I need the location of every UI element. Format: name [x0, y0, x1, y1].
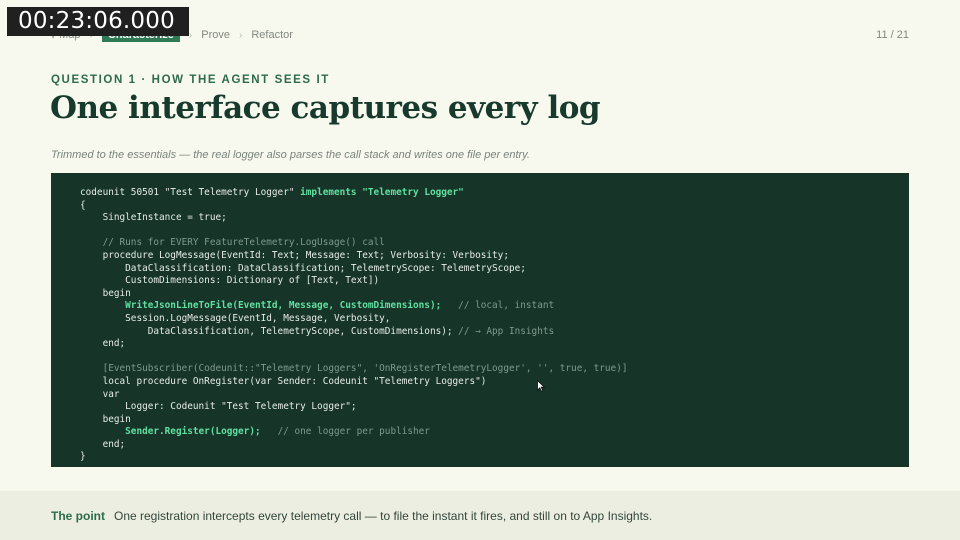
code-token: implements	[300, 187, 357, 198]
code-token: Sender.Register(Logger);	[125, 426, 261, 438]
code-token: procedure LogMessage(EventId: Text; Mess…	[80, 249, 509, 261]
code-token: WriteJsonLineToFile(EventId, Message, Cu…	[125, 300, 442, 312]
code-token: "Telemetry Logger"	[362, 187, 464, 198]
page-number: 11 / 21	[876, 29, 909, 41]
footer-label: The point	[51, 508, 105, 523]
code-line: procedure LogMessage(EventId: Text; Mess…	[80, 250, 909, 263]
code-token: }	[80, 451, 86, 463]
code-line: begin	[80, 414, 909, 427]
code-line: end;	[80, 338, 909, 351]
code-token: DataClassification, TelemetryScope, Cust…	[80, 325, 459, 337]
nav-item-4[interactable]: Refactor	[251, 29, 293, 41]
code-line: Sender.Register(Logger); // one logger p…	[80, 426, 909, 439]
code-token: begin	[80, 413, 131, 425]
code-token: local procedure OnRegister(var Sender: C…	[80, 375, 487, 387]
nav-separator: ›	[238, 29, 243, 41]
code-line: end;	[80, 439, 909, 452]
code-line: local procedure OnRegister(var Sender: C…	[80, 376, 909, 389]
timer-display: 00:23:06.000	[7, 7, 189, 36]
code-line: // Runs for EVERY FeatureTelemetry.LogUs…	[80, 237, 909, 250]
code-token: {	[80, 199, 86, 211]
code-token: // one logger per publisher	[277, 426, 430, 438]
footer-callout: The point One registration intercepts ev…	[0, 491, 960, 540]
section-eyebrow: QUESTION 1 · HOW THE AGENT SEES IT	[51, 74, 330, 86]
nav-separator: ›	[188, 29, 193, 41]
code-token: end;	[80, 438, 126, 450]
code-line: Logger: Codeunit "Test Telemetry Logger"…	[80, 401, 909, 414]
code-token: // → App Insights	[458, 325, 555, 337]
code-token: SingleInstance = true;	[80, 212, 227, 224]
code-token: // local, instant	[458, 300, 555, 312]
footer-text: One registration intercepts every teleme…	[114, 508, 653, 523]
code-token: var	[80, 388, 120, 400]
code-token: codeunit 50501 "Test Telemetry Logger"	[80, 187, 301, 198]
code-line: begin	[80, 288, 909, 301]
page-subtitle: Trimmed to the essentials — the real log…	[51, 149, 530, 161]
nav-item-3[interactable]: Prove	[201, 29, 230, 41]
code-token: [EventSubscriber(Codeunit::"Telemetry Lo…	[80, 363, 628, 375]
code-token: begin	[80, 287, 131, 299]
code-line: }	[80, 451, 909, 464]
code-line: {	[80, 200, 909, 213]
code-line: Session.LogMessage(EventId, Message, Ver…	[80, 313, 909, 326]
code-token: Logger: Codeunit "Test Telemetry Logger"…	[80, 401, 357, 413]
mouse-pointer-icon	[537, 380, 545, 392]
code-line: codeunit 50501 "Test Telemetry Logger" i…	[80, 187, 909, 200]
code-token: end;	[80, 338, 126, 350]
code-token: DataClassification: DataClassification; …	[80, 262, 526, 274]
code-line: DataClassification: DataClassification; …	[80, 263, 909, 276]
code-line: SingleInstance = true;	[80, 212, 909, 225]
code-token: CustomDimensions: Dictionary of [Text, T…	[80, 275, 380, 287]
code-line: [EventSubscriber(Codeunit::"Telemetry Lo…	[80, 363, 909, 376]
page-title: One interface captures every log	[50, 90, 601, 126]
code-panel: codeunit 50501 "Test Telemetry Logger" i…	[51, 173, 909, 467]
code-block: codeunit 50501 "Test Telemetry Logger" i…	[80, 187, 909, 464]
code-token: Session.LogMessage(EventId, Message, Ver…	[80, 312, 391, 324]
code-line: CustomDimensions: Dictionary of [Text, T…	[80, 275, 909, 288]
code-line: var	[80, 389, 909, 402]
code-token: // Runs for EVERY FeatureTelemetry.LogUs…	[80, 237, 385, 249]
code-line: DataClassification, TelemetryScope, Cust…	[80, 326, 909, 339]
code-line: WriteJsonLineToFile(EventId, Message, Cu…	[80, 300, 909, 313]
